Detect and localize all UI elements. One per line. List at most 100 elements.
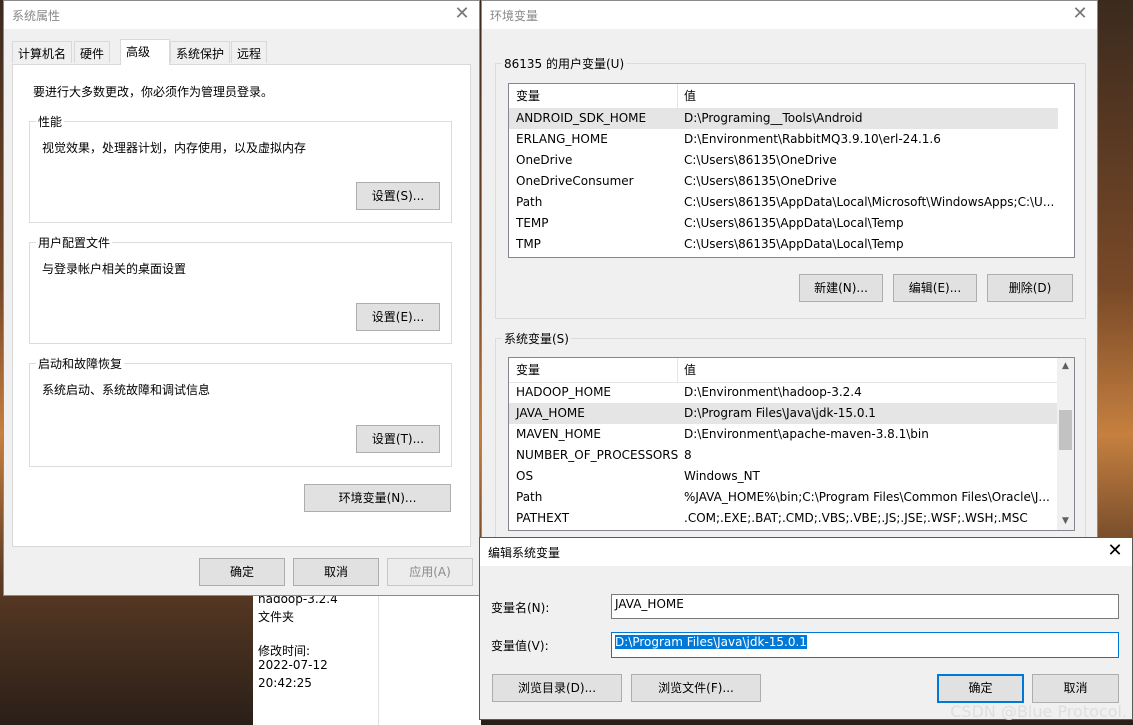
variable-name-cell: HADOOP_HOME xyxy=(516,385,612,399)
environment-variables-button[interactable]: 环境变量(N)... xyxy=(304,484,451,512)
startup-recovery-desc: 系统启动、系统故障和调试信息 xyxy=(42,383,211,397)
variable-value-cell: C:\Users\86135\AppData\Local\Temp xyxy=(684,216,904,230)
ok-button[interactable]: 确定 xyxy=(937,674,1024,703)
variable-name-cell: OneDrive xyxy=(516,153,573,167)
variable-name-cell: ERLANG_HOME xyxy=(516,132,608,146)
user-profile-desc: 与登录帐户相关的桌面设置 xyxy=(42,262,187,276)
system-variables-label: 系统变量(S) xyxy=(502,330,571,347)
system-variables-list[interactable]: 变量 值 HADOOP_HOME D:\Environment\hadoop-3.… xyxy=(508,357,1075,531)
variable-value-cell: C:\Users\86135\AppData\Local\Microsoft\W… xyxy=(684,195,1055,209)
user-variables-list[interactable]: 变量 值 ANDROID_SDK_HOME D:\Programing__Tool… xyxy=(508,83,1075,258)
table-row[interactable]: TEMP C:\Users\86135\AppData\Local\Temp xyxy=(509,213,1058,234)
user-profile-group: 用户配置文件 与登录帐户相关的桌面设置 设置(E)... xyxy=(29,234,452,344)
variable-value-label: 变量值(V): xyxy=(491,639,549,653)
variable-name-input[interactable]: JAVA_HOME xyxy=(611,594,1119,619)
table-row[interactable]: HADOOP_HOME D:\Environment\hadoop-3.2.4 xyxy=(509,382,1058,403)
title-bar: 环境变量 ✕ xyxy=(482,1,1097,29)
variable-name-cell: ANDROID_SDK_HOME xyxy=(516,111,647,125)
tab-panel: 要进行大多数更改，你必须作为管理员登录。 性能 视觉效果，处理器计划，内存使用，… xyxy=(12,64,471,547)
variable-value-cell: D:\Program Files\Java\jdk-15.0.1 xyxy=(684,406,876,420)
variable-name-cell: TEMP xyxy=(516,216,549,230)
admin-note: 要进行大多数更改，你必须作为管理员登录。 xyxy=(33,85,274,99)
system-properties-window: 系统属性 ✕ 计算机名 硬件 高级 系统保护 远程 要进行大多数更改，你必须作为… xyxy=(3,0,480,596)
variable-value-cell: .COM;.EXE;.BAT;.CMD;.VBS;.VBE;.JS;.JSE;.… xyxy=(684,511,1028,525)
user-new-button[interactable]: 新建(N)... xyxy=(799,274,883,302)
table-row[interactable]: PATHEXT .COM;.EXE;.BAT;.CMD;.VBS;.VBE;.JS… xyxy=(509,508,1058,529)
user-variables-label: 86135 的用户变量(U) xyxy=(502,55,627,72)
explorer-bg xyxy=(378,590,481,725)
modified-time: 20:42:25 xyxy=(258,676,312,690)
table-row[interactable]: ANDROID_SDK_HOME D:\Programing__Tools\And… xyxy=(509,108,1058,129)
system-list-scrollbar[interactable]: ▲ ▼ xyxy=(1057,358,1074,530)
table-row[interactable]: JAVA_HOME D:\Program Files\Java\jdk-15.0.… xyxy=(509,403,1058,424)
variable-name-cell: Path xyxy=(516,195,543,209)
table-row[interactable]: NUMBER_OF_PROCESSORS 8 xyxy=(509,445,1058,466)
list-header: 变量 值 xyxy=(509,84,1058,109)
startup-recovery-group: 启动和故障恢复 系统启动、系统故障和调试信息 设置(T)... xyxy=(29,355,452,467)
apply-button[interactable]: 应用(A) xyxy=(387,558,473,586)
table-row[interactable]: MAVEN_HOME D:\Environment\apache-maven-3.… xyxy=(509,424,1058,445)
variable-value-cell: 8 xyxy=(684,448,692,462)
tab-remote[interactable]: 远程 xyxy=(231,41,268,63)
table-row[interactable]: Path C:\Users\86135\AppData\Local\Microso… xyxy=(509,192,1058,213)
col-value-header[interactable]: 值 xyxy=(684,84,696,108)
browse-file-button[interactable]: 浏览文件(F)... xyxy=(631,674,761,702)
performance-settings-button[interactable]: 设置(S)... xyxy=(356,182,440,210)
close-icon[interactable]: ✕ xyxy=(1104,541,1126,561)
variable-value-cell: D:\Environment\RabbitMQ3.9.10\erl-24.1.6 xyxy=(684,132,941,146)
variable-value-cell: Windows_NT xyxy=(684,469,760,483)
variable-name-cell: JAVA_HOME xyxy=(516,406,585,420)
ok-button[interactable]: 确定 xyxy=(199,558,285,586)
variable-name-cell: MAVEN_HOME xyxy=(516,427,601,441)
scroll-down-icon[interactable]: ▼ xyxy=(1057,513,1074,530)
tab-computer-name[interactable]: 计算机名 xyxy=(12,41,73,63)
variable-name-cell: OS xyxy=(516,469,534,483)
col-value-header[interactable]: 值 xyxy=(684,358,696,382)
variable-value-text: D:\Program Files\Java\jdk-15.0.1 xyxy=(615,635,807,649)
variable-name-label: 变量名(N): xyxy=(491,601,550,615)
variable-value-cell: D:\Environment\apache-maven-3.8.1\bin xyxy=(684,427,929,441)
title-bar: 系统属性 ✕ xyxy=(4,1,479,29)
explorer-details-pane: hadoop-3.2.4 文件夹 修改时间: 2022-07-12 20:42:… xyxy=(253,590,378,725)
variable-value-cell: C:\Users\86135\OneDrive xyxy=(684,153,837,167)
title-bar: 编辑系统变量 ✕ xyxy=(480,538,1132,566)
startup-recovery-settings-button[interactable]: 设置(T)... xyxy=(356,425,440,453)
user-edit-button[interactable]: 编辑(E)... xyxy=(893,274,977,302)
table-row[interactable]: OS Windows_NT xyxy=(509,466,1058,487)
modified-label: 修改时间: xyxy=(258,644,311,658)
environment-variables-window: 环境变量 ✕ 86135 的用户变量(U) 变量 值 ANDROID_SDK_H… xyxy=(481,0,1098,540)
user-profile-settings-button[interactable]: 设置(E)... xyxy=(356,303,440,331)
cancel-button[interactable]: 取消 xyxy=(293,558,379,586)
table-row[interactable]: OneDrive C:\Users\86135\OneDrive xyxy=(509,150,1058,171)
edit-system-variable-dialog: 编辑系统变量 ✕ 变量名(N): JAVA_HOME 变量值(V): D:\Pr… xyxy=(479,537,1133,720)
user-delete-button[interactable]: 删除(D) xyxy=(987,274,1073,302)
folder-type: 文件夹 xyxy=(258,610,295,624)
table-row[interactable]: OneDriveConsumer C:\Users\86135\OneDrive xyxy=(509,171,1058,192)
variable-name-cell: OneDriveConsumer xyxy=(516,174,634,188)
list-header: 变量 值 xyxy=(509,358,1058,383)
variable-name-cell: PATHEXT xyxy=(516,511,570,525)
performance-desc: 视觉效果，处理器计划，内存使用，以及虚拟内存 xyxy=(42,141,307,155)
variable-value-cell: D:\Environment\hadoop-3.2.4 xyxy=(684,385,862,399)
col-variable-header[interactable]: 变量 xyxy=(516,84,540,108)
variable-value-input[interactable]: D:\Program Files\Java\jdk-15.0.1 xyxy=(611,632,1119,658)
close-icon[interactable]: ✕ xyxy=(451,4,473,24)
table-row[interactable]: Path %JAVA_HOME%\bin;C:\Program Files\Com… xyxy=(509,487,1058,508)
browse-directory-button[interactable]: 浏览目录(D)... xyxy=(492,674,622,702)
col-variable-header[interactable]: 变量 xyxy=(516,358,540,382)
variable-value-cell: %JAVA_HOME%\bin;C:\Program Files\Common … xyxy=(684,490,1050,504)
variable-value-cell: C:\Users\86135\AppData\Local\Temp xyxy=(684,237,904,251)
tab-hardware[interactable]: 硬件 xyxy=(74,41,111,63)
variable-name-cell: TMP xyxy=(516,237,541,251)
variable-value-cell: C:\Users\86135\OneDrive xyxy=(684,174,837,188)
variable-value-cell: D:\Programing__Tools\Android xyxy=(684,111,863,125)
table-row[interactable]: TMP C:\Users\86135\AppData\Local\Temp xyxy=(509,234,1058,255)
scroll-up-icon[interactable]: ▲ xyxy=(1057,358,1074,375)
table-row[interactable]: ERLANG_HOME D:\Environment\RabbitMQ3.9.10… xyxy=(509,129,1058,150)
watermark: CSDN @Blue Protocol. xyxy=(950,702,1127,721)
close-icon[interactable]: ✕ xyxy=(1069,4,1091,24)
scrollbar-thumb[interactable] xyxy=(1059,410,1072,450)
tab-system-protection[interactable]: 系统保护 xyxy=(170,41,231,63)
cancel-button[interactable]: 取消 xyxy=(1032,674,1119,703)
tab-advanced[interactable]: 高级 xyxy=(120,39,170,65)
